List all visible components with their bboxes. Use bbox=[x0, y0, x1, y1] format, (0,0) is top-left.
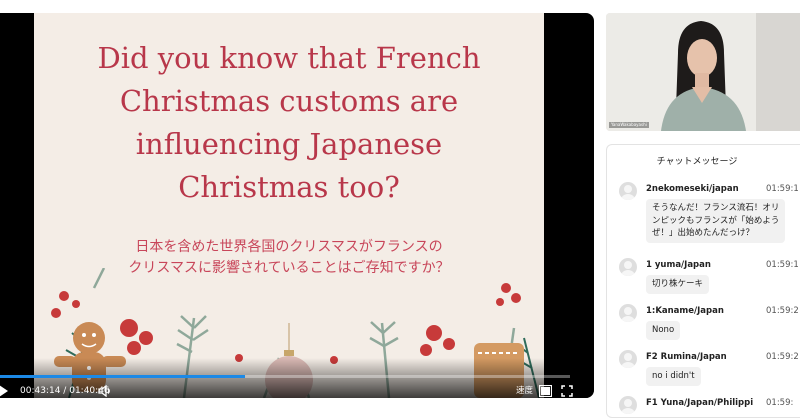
chat-bubble: no i didn't bbox=[646, 367, 701, 386]
chat-timestamp: 01:59:2 bbox=[766, 306, 799, 316]
chat-timestamp: 01:59: bbox=[766, 398, 794, 408]
player-controls: 00:43:14 / 01:40:46 速度 bbox=[0, 358, 594, 398]
chat-timestamp: 01:59:1 bbox=[766, 260, 799, 270]
chat-bubble: 切り株ケーキ bbox=[646, 275, 710, 294]
chat-username: F1 Yuna/Japan/Philippi bbox=[646, 398, 754, 408]
avatar-icon bbox=[619, 182, 637, 200]
presenter-video-image bbox=[606, 13, 800, 131]
avatar-icon bbox=[619, 258, 637, 276]
time-separator: / bbox=[63, 386, 67, 396]
chat-username: F2 Rumina/Japan bbox=[646, 352, 727, 362]
presentation-slide: Did you know that French Christmas custo… bbox=[34, 13, 544, 398]
chat-bubble: Nono bbox=[646, 321, 681, 340]
speed-button[interactable]: 速度 bbox=[516, 385, 533, 397]
fullscreen-icon[interactable] bbox=[561, 385, 573, 397]
volume-icon[interactable] bbox=[98, 385, 112, 397]
chat-timestamp: 01:59:2 bbox=[766, 352, 799, 362]
chat-timestamp: 01:59:1 bbox=[766, 184, 799, 194]
avatar-icon bbox=[619, 350, 637, 368]
presenter-name-tag: YanaWakabayashi bbox=[609, 122, 649, 128]
chat-username: 2nekomeseki/japan bbox=[646, 184, 739, 194]
chat-title: チャットメッセージ bbox=[656, 157, 738, 167]
chat-username: 1 yuma/Japan bbox=[646, 260, 711, 270]
avatar-icon bbox=[619, 396, 637, 414]
progress-fill bbox=[0, 375, 245, 378]
picture-in-picture-icon[interactable] bbox=[539, 385, 552, 397]
progress-bar[interactable] bbox=[0, 375, 570, 378]
play-icon[interactable] bbox=[0, 385, 8, 397]
avatar-icon bbox=[619, 304, 637, 322]
chat-panel: チャットメッセージ 2nekomeseki/japan 01:59:1 そうなん… bbox=[606, 144, 800, 418]
chat-bubble: そうなんだ！フランス流石！オリ ンピックもフランスが「始めよう ぜ！」出始めたん… bbox=[646, 199, 786, 243]
video-player[interactable]: Did you know that French Christmas custo… bbox=[0, 13, 594, 398]
presenter-camera: YanaWakabayashi bbox=[606, 13, 800, 131]
current-time: 00:43:14 bbox=[20, 386, 61, 396]
chat-username: 1:Kaname/Japan bbox=[646, 306, 724, 316]
time-display: 00:43:14 / 01:40:46 bbox=[20, 384, 110, 398]
slide-title: Did you know that French Christmas custo… bbox=[97, 41, 481, 204]
